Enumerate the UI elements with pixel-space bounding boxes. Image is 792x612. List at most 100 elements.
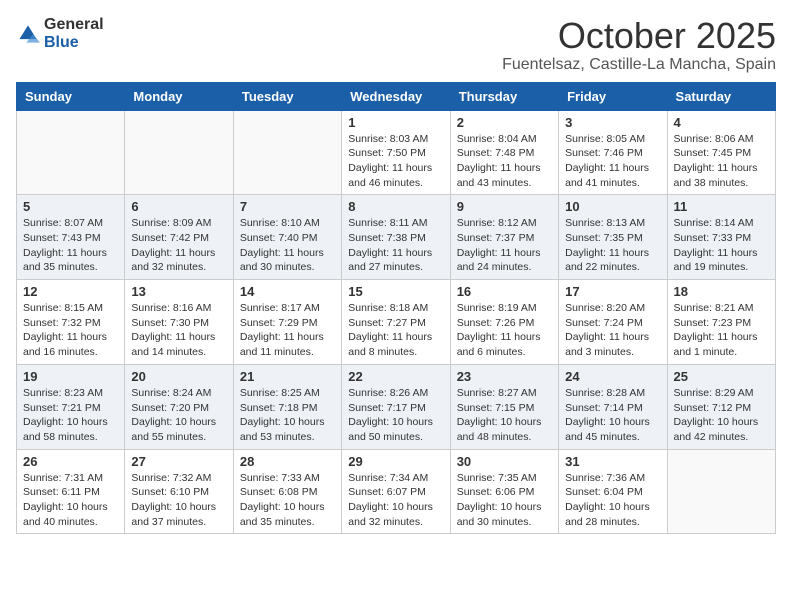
calendar-cell: 8 Sunrise: 8:11 AMSunset: 7:38 PMDaylight…	[342, 195, 450, 280]
weekday-header: Tuesday	[233, 82, 341, 110]
calendar-cell: 7 Sunrise: 8:10 AMSunset: 7:40 PMDaylight…	[233, 195, 341, 280]
calendar-cell: 4Sunrise: 8:06 AMSunset: 7:45 PMDaylight…	[667, 110, 775, 195]
day-number: 8	[348, 199, 443, 214]
calendar-cell: 21 Sunrise: 8:25 AMSunset: 7:18 PMDayligh…	[233, 364, 341, 449]
day-info: Sunrise: 8:26 AMSunset: 7:17 PMDaylight:…	[348, 386, 443, 445]
calendar-week-row: 5Sunrise: 8:07 AMSunset: 7:43 PMDaylight…	[17, 195, 776, 280]
calendar-cell: 16 Sunrise: 8:19 AMSunset: 7:26 PMDayligh…	[450, 280, 558, 365]
day-number: 17	[565, 284, 660, 299]
day-info: Sunrise: 7:35 AMSunset: 6:06 PMDaylight:…	[457, 471, 552, 530]
day-info: Sunrise: 7:31 AMSunset: 6:11 PMDaylight:…	[23, 471, 118, 530]
day-info: Sunrise: 7:33 AMSunset: 6:08 PMDaylight:…	[240, 471, 335, 530]
day-info: Sunrise: 8:15 AMSunset: 7:32 PMDaylight:…	[23, 301, 118, 360]
day-number: 6	[131, 199, 226, 214]
day-number: 4	[674, 115, 769, 130]
calendar-cell: 2 Sunrise: 8:04 AMSunset: 7:48 PMDaylight…	[450, 110, 558, 195]
calendar-cell: 3 Sunrise: 8:05 AMSunset: 7:46 PMDaylight…	[559, 110, 667, 195]
calendar-cell	[233, 110, 341, 195]
calendar-cell: 23 Sunrise: 8:27 AMSunset: 7:15 PMDayligh…	[450, 364, 558, 449]
day-number: 25	[674, 369, 769, 384]
day-number: 20	[131, 369, 226, 384]
day-info: Sunrise: 8:09 AMSunset: 7:42 PMDaylight:…	[131, 216, 226, 275]
calendar-cell: 24Sunrise: 8:28 AMSunset: 7:14 PMDayligh…	[559, 364, 667, 449]
calendar-week-row: 1Sunrise: 8:03 AMSunset: 7:50 PMDaylight…	[17, 110, 776, 195]
day-info: Sunrise: 8:12 AMSunset: 7:37 PMDaylight:…	[457, 216, 552, 275]
day-info: Sunrise: 8:24 AMSunset: 7:20 PMDaylight:…	[131, 386, 226, 445]
calendar-cell: 18 Sunrise: 8:21 AMSunset: 7:23 PMDayligh…	[667, 280, 775, 365]
day-number: 31	[565, 454, 660, 469]
day-info: Sunrise: 8:13 AMSunset: 7:35 PMDaylight:…	[565, 216, 660, 275]
day-info: Sunrise: 8:16 AMSunset: 7:30 PMDaylight:…	[131, 301, 226, 360]
day-number: 13	[131, 284, 226, 299]
location-title: Fuentelsaz, Castille-La Mancha, Spain	[502, 56, 776, 74]
calendar-cell: 6 Sunrise: 8:09 AMSunset: 7:42 PMDaylight…	[125, 195, 233, 280]
calendar-cell: 29Sunrise: 7:34 AMSunset: 6:07 PMDayligh…	[342, 449, 450, 534]
day-info: Sunrise: 8:03 AMSunset: 7:50 PMDaylight:…	[348, 132, 443, 191]
day-number: 30	[457, 454, 552, 469]
logo: General Blue	[16, 16, 104, 52]
calendar-cell: 25 Sunrise: 8:29 AMSunset: 7:12 PMDayligh…	[667, 364, 775, 449]
calendar-cell	[667, 449, 775, 534]
day-number: 14	[240, 284, 335, 299]
calendar-cell: 13 Sunrise: 8:16 AMSunset: 7:30 PMDayligh…	[125, 280, 233, 365]
calendar-cell: 26 Sunrise: 7:31 AMSunset: 6:11 PMDayligh…	[17, 449, 125, 534]
day-number: 23	[457, 369, 552, 384]
day-info: Sunrise: 8:21 AMSunset: 7:23 PMDaylight:…	[674, 301, 769, 360]
calendar-cell: 12 Sunrise: 8:15 AMSunset: 7:32 PMDayligh…	[17, 280, 125, 365]
calendar-cell: 17Sunrise: 8:20 AMSunset: 7:24 PMDayligh…	[559, 280, 667, 365]
day-number: 26	[23, 454, 118, 469]
weekday-header: Monday	[125, 82, 233, 110]
logo-blue: Blue	[44, 34, 79, 51]
day-info: Sunrise: 8:23 AMSunset: 7:21 PMDaylight:…	[23, 386, 118, 445]
calendar-cell: 5Sunrise: 8:07 AMSunset: 7:43 PMDaylight…	[17, 195, 125, 280]
logo-general: General	[44, 16, 104, 33]
day-info: Sunrise: 8:19 AMSunset: 7:26 PMDaylight:…	[457, 301, 552, 360]
day-number: 21	[240, 369, 335, 384]
day-info: Sunrise: 7:36 AMSunset: 6:04 PMDaylight:…	[565, 471, 660, 530]
weekday-header-row: SundayMondayTuesdayWednesdayThursdayFrid…	[17, 82, 776, 110]
calendar-cell: 14Sunrise: 8:17 AMSunset: 7:29 PMDayligh…	[233, 280, 341, 365]
day-info: Sunrise: 8:29 AMSunset: 7:12 PMDaylight:…	[674, 386, 769, 445]
day-info: Sunrise: 8:11 AMSunset: 7:38 PMDaylight:…	[348, 216, 443, 275]
weekday-header: Sunday	[17, 82, 125, 110]
day-number: 11	[674, 199, 769, 214]
day-number: 7	[240, 199, 335, 214]
day-number: 2	[457, 115, 552, 130]
day-number: 28	[240, 454, 335, 469]
calendar-table: SundayMondayTuesdayWednesdayThursdayFrid…	[16, 82, 776, 535]
day-number: 15	[348, 284, 443, 299]
day-info: Sunrise: 8:27 AMSunset: 7:15 PMDaylight:…	[457, 386, 552, 445]
page-header: General Blue October 2025 Fuentelsaz, Ca…	[16, 16, 776, 74]
calendar-cell: 9 Sunrise: 8:12 AMSunset: 7:37 PMDaylight…	[450, 195, 558, 280]
day-number: 9	[457, 199, 552, 214]
calendar-cell: 28 Sunrise: 7:33 AMSunset: 6:08 PMDayligh…	[233, 449, 341, 534]
calendar-cell: 19Sunrise: 8:23 AMSunset: 7:21 PMDayligh…	[17, 364, 125, 449]
day-number: 24	[565, 369, 660, 384]
day-info: Sunrise: 8:05 AMSunset: 7:46 PMDaylight:…	[565, 132, 660, 191]
logo-icon	[16, 22, 40, 46]
day-number: 3	[565, 115, 660, 130]
calendar-cell: 11 Sunrise: 8:14 AMSunset: 7:33 PMDayligh…	[667, 195, 775, 280]
day-number: 27	[131, 454, 226, 469]
calendar-cell: 27Sunrise: 7:32 AMSunset: 6:10 PMDayligh…	[125, 449, 233, 534]
calendar-week-row: 26 Sunrise: 7:31 AMSunset: 6:11 PMDayligh…	[17, 449, 776, 534]
day-number: 12	[23, 284, 118, 299]
day-info: Sunrise: 8:25 AMSunset: 7:18 PMDaylight:…	[240, 386, 335, 445]
weekday-header: Saturday	[667, 82, 775, 110]
calendar-cell: 31 Sunrise: 7:36 AMSunset: 6:04 PMDayligh…	[559, 449, 667, 534]
calendar-cell: 10 Sunrise: 8:13 AMSunset: 7:35 PMDayligh…	[559, 195, 667, 280]
calendar-cell	[125, 110, 233, 195]
calendar-cell	[17, 110, 125, 195]
day-number: 16	[457, 284, 552, 299]
day-info: Sunrise: 8:14 AMSunset: 7:33 PMDaylight:…	[674, 216, 769, 275]
calendar-cell: 1Sunrise: 8:03 AMSunset: 7:50 PMDaylight…	[342, 110, 450, 195]
calendar-week-row: 12 Sunrise: 8:15 AMSunset: 7:32 PMDayligh…	[17, 280, 776, 365]
day-number: 10	[565, 199, 660, 214]
calendar-cell: 30 Sunrise: 7:35 AMSunset: 6:06 PMDayligh…	[450, 449, 558, 534]
day-number: 18	[674, 284, 769, 299]
month-title: October 2025	[502, 16, 776, 56]
day-info: Sunrise: 8:04 AMSunset: 7:48 PMDaylight:…	[457, 132, 552, 191]
calendar-cell: 20 Sunrise: 8:24 AMSunset: 7:20 PMDayligh…	[125, 364, 233, 449]
day-info: Sunrise: 8:10 AMSunset: 7:40 PMDaylight:…	[240, 216, 335, 275]
title-section: October 2025 Fuentelsaz, Castille-La Man…	[502, 16, 776, 74]
